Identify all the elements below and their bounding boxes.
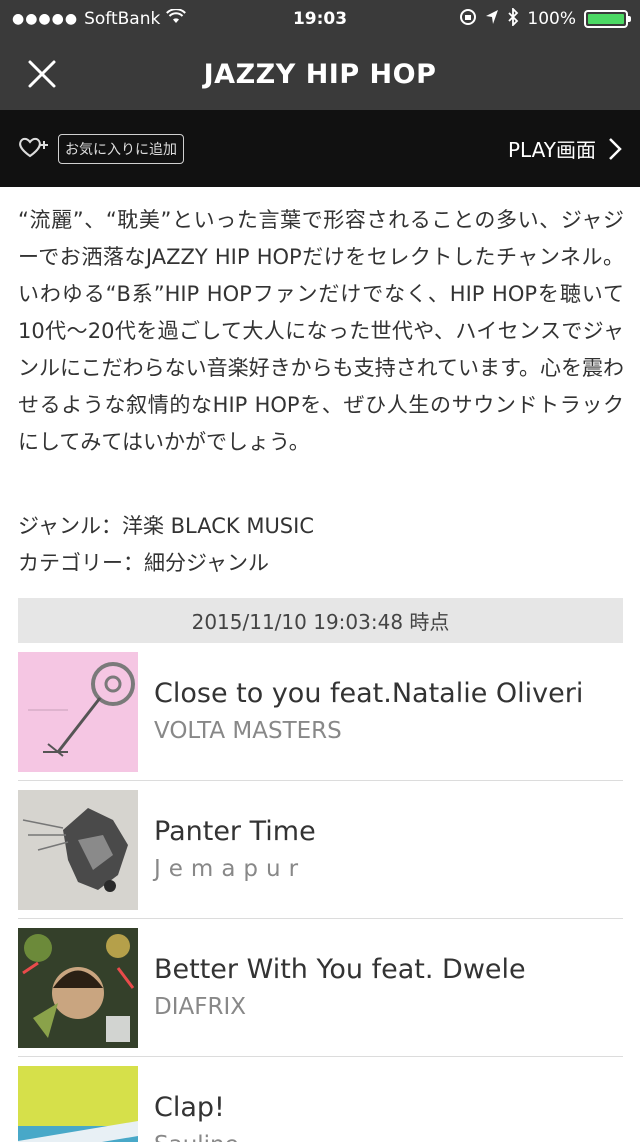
track-artist: VOLTA MASTERS xyxy=(154,717,342,744)
track-list: Close to you feat.Natalie Oliveri VOLTA … xyxy=(18,643,623,1142)
category-label: カテゴリー：細分ジャンル xyxy=(18,551,269,575)
timestamp-bar: 2015/11/10 19:03:48 時点 xyxy=(18,598,623,643)
track-row[interactable]: Better With You feat. Dwele DIAFRIX xyxy=(18,919,623,1057)
channel-description: “流麗”、“耽美”といった言葉で形容されることの多い、ジャジーでお洒落なJAZZ… xyxy=(18,208,624,454)
bluetooth-icon xyxy=(507,6,519,31)
track-text: Panter Time Jemapur xyxy=(154,814,316,886)
wifi-icon xyxy=(166,7,187,30)
album-art xyxy=(18,651,138,772)
album-art xyxy=(18,789,138,910)
close-button[interactable] xyxy=(24,56,60,92)
track-text: Clap! Sauline xyxy=(154,1090,239,1142)
track-artist: DIAFRIX xyxy=(154,993,246,1020)
track-text: Better With You feat. Dwele DIAFRIX xyxy=(154,952,526,1024)
track-title: Clap! xyxy=(154,1091,225,1123)
channel-toolbar: お気に入りに追加 PLAY画面 xyxy=(0,110,640,187)
status-bar: ●●●●● SoftBank 19:03 100% xyxy=(0,0,640,38)
track-artist: Sauline xyxy=(154,1128,239,1142)
status-right: 100% xyxy=(459,6,631,31)
battery-fill xyxy=(588,14,624,24)
signal-strength-icon: ●●●●● xyxy=(12,11,79,27)
chevron-right-icon xyxy=(609,137,622,160)
battery-percent: 100% xyxy=(527,9,576,29)
carrier-label: SoftBank xyxy=(84,9,161,29)
channel-meta: ジャンル：洋楽 BLACK MUSIC カテゴリー：細分ジャンル xyxy=(18,508,624,582)
add-favorite-label: お気に入りに追加 xyxy=(58,133,184,164)
location-icon xyxy=(485,9,499,30)
track-row[interactable]: Clap! Sauline xyxy=(18,1057,623,1142)
track-title: Better With You feat. Dwele xyxy=(154,953,526,985)
play-screen-link[interactable]: PLAY画面 xyxy=(508,134,622,163)
nav-bar: JAZZY HIP HOP xyxy=(0,38,640,110)
track-row[interactable]: Close to you feat.Natalie Oliveri VOLTA … xyxy=(18,643,623,781)
track-artist: Jemapur xyxy=(154,855,307,882)
page-title: JAZZY HIP HOP xyxy=(203,58,437,90)
track-title: Close to you feat.Natalie Oliveri xyxy=(154,677,584,709)
status-left: ●●●●● SoftBank xyxy=(12,7,187,30)
track-text: Close to you feat.Natalie Oliveri VOLTA … xyxy=(154,676,583,748)
play-screen-label: PLAY画面 xyxy=(507,138,596,162)
add-favorite-button[interactable]: お気に入りに追加 xyxy=(18,133,184,164)
track-row[interactable]: Panter Time Jemapur xyxy=(18,781,623,919)
heart-plus-icon xyxy=(18,135,52,163)
album-art xyxy=(18,927,138,1048)
track-title: Panter Time xyxy=(154,815,316,847)
rotation-lock-icon xyxy=(459,8,477,31)
close-icon xyxy=(28,60,56,88)
genre-label: ジャンル：洋楽 BLACK MUSIC xyxy=(18,514,314,538)
battery-icon xyxy=(584,10,631,28)
album-art xyxy=(18,1065,138,1142)
